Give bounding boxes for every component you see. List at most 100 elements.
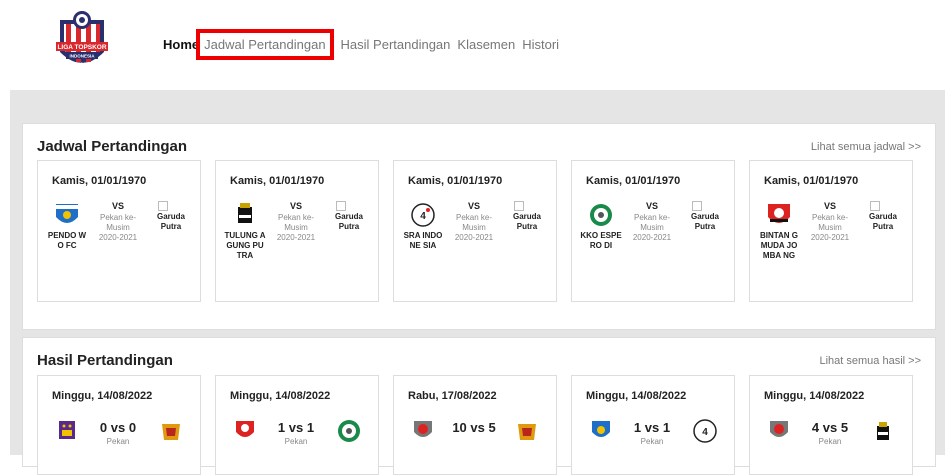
jadwal-panel: Jadwal Pertandingan Lihat semua jadwal >… — [22, 123, 936, 330]
home-team: PENDO WO FC — [46, 201, 88, 251]
svg-text:LIGA TOPSKOR: LIGA TOPSKOR — [57, 44, 106, 51]
pendowo-fc-logo-icon — [592, 421, 610, 437]
match-date: Minggu, 14/08/2022 — [52, 390, 153, 402]
broken-image-icon — [870, 201, 880, 211]
home-team — [758, 418, 800, 442]
match-info: 0 vs 0 Pekan — [96, 420, 140, 447]
nav-jadwal-pertandingan[interactable]: Jadwal Pertandingan — [196, 29, 334, 60]
match-date: Rabu, 17/08/2022 — [408, 390, 497, 402]
match-date: Kamis, 01/01/1970 — [586, 175, 681, 187]
jadwal-title: Jadwal Pertandingan — [37, 138, 188, 155]
match-info: VS Pekan ke- Musim 2020-2021 — [452, 201, 496, 243]
home-team-logo-icon — [414, 421, 432, 437]
home-team-name: KKO ESPERO DI — [580, 231, 622, 250]
away-team: 4 — [680, 418, 730, 449]
match-score: 1 vs 1 — [633, 420, 671, 435]
week-info: Pekan — [818, 437, 842, 446]
match-date: Kamis, 01/01/1970 — [764, 175, 859, 187]
away-team — [146, 418, 196, 449]
jadwal-see-all-link[interactable]: Lihat semua jadwal >> — [811, 141, 921, 153]
away-team: Garuda Putra — [146, 201, 196, 232]
home-team — [402, 418, 444, 442]
hasil-title: Hasil Pertandingan — [37, 352, 173, 369]
schedule-card[interactable]: Kamis, 01/01/1970 KKO ESPERO DI VS Pekan… — [571, 160, 735, 302]
schedule-card[interactable]: Kamis, 01/01/1970 PENDO WO FC VS Pekan k… — [37, 160, 201, 302]
away-team-name: Garuda Putra — [334, 212, 363, 231]
week-info: Pekan — [284, 437, 308, 446]
nav-home[interactable]: Home — [163, 37, 199, 52]
away-team: Garuda Putra — [680, 201, 730, 232]
result-card[interactable]: Minggu, 14/08/2022 4 vs 5 Pekan — [749, 375, 913, 475]
svg-text:SINCE 2017: SINCE 2017 — [74, 61, 91, 65]
week-info: Pekan — [106, 437, 130, 446]
hasil-see-all-link[interactable]: Lihat semua hasil >> — [819, 355, 921, 367]
home-team-name: PENDO WO FC — [47, 231, 87, 250]
match-info: 4 vs 5 Pekan — [808, 420, 852, 447]
match-info: VS Pekan ke- Musim 2020-2021 — [96, 201, 140, 243]
match-info: VS Pekan ke- Musim 2020-2021 — [808, 201, 852, 243]
away-team-logo-icon — [162, 424, 180, 440]
sra-indonesia-logo-icon: 4 — [411, 203, 435, 227]
vs-label: VS — [823, 201, 836, 211]
broken-image-icon — [336, 201, 346, 211]
nav-klasemen[interactable]: Klasemen — [457, 37, 515, 52]
bintang-muda-jombang-logo-icon — [768, 204, 790, 223]
season-info: Pekan ke- Musim 2020-2021 — [810, 213, 850, 242]
nav-histori[interactable]: Histori — [522, 37, 559, 52]
broken-image-icon — [514, 201, 524, 211]
match-info: VS Pekan ke- Musim 2020-2021 — [274, 201, 318, 243]
top-navbar: LIGA TOPSKOR INDONESIA SINCE 2017 Home J… — [0, 0, 945, 90]
away-team-name: Garuda Putra — [690, 212, 719, 231]
nav-hasil-pertandingan[interactable]: Hasil Pertandingan — [341, 37, 451, 52]
away-team — [858, 418, 908, 449]
match-score: 0 vs 0 — [99, 420, 137, 435]
svg-text:4: 4 — [702, 427, 708, 438]
bintang-muda-jombang-logo-icon — [236, 421, 254, 437]
schedule-card[interactable]: Kamis, 01/01/1970 4 SRA INDONE SIA VS Pe… — [393, 160, 557, 302]
home-team-name: SRA INDONE SIA — [403, 231, 443, 250]
week-info: Pekan — [640, 437, 664, 446]
kko-esperodi-logo-icon — [590, 204, 612, 226]
broken-image-icon — [158, 201, 168, 211]
svg-text:4: 4 — [420, 211, 426, 222]
match-date: Minggu, 14/08/2022 — [230, 390, 331, 402]
result-card[interactable]: Minggu, 14/08/2022 1 vs 1 Pekan — [215, 375, 379, 475]
result-card[interactable]: Minggu, 14/08/2022 1 vs 1 Pekan 4 — [571, 375, 735, 475]
home-team: 4 SRA INDONE SIA — [402, 201, 444, 251]
away-team: Garuda Putra — [858, 201, 908, 232]
home-team-name: TULUNG AGUNG PUTRA — [224, 231, 266, 260]
match-info: 1 vs 1 Pekan — [630, 420, 674, 447]
match-info: 1 vs 1 Pekan — [274, 420, 318, 447]
away-team-logo-icon — [518, 424, 536, 440]
result-card[interactable]: Minggu, 14/08/2022 0 vs 0 Pekan — [37, 375, 201, 475]
home-team-name: BINTAN G MUDA JOMBA NG — [759, 231, 799, 260]
home-team-logo-icon — [770, 421, 788, 437]
schedule-card[interactable]: Kamis, 01/01/1970 BINTAN G MUDA JOMBA NG… — [749, 160, 913, 302]
match-score: 4 vs 5 — [811, 420, 849, 435]
home-team — [580, 418, 622, 442]
main-nav: Home Jadwal Pertandingan Hasil Pertandin… — [163, 29, 566, 60]
vs-label: VS — [645, 201, 658, 211]
tulungagung-putra-logo-icon — [877, 422, 889, 440]
match-date: Kamis, 01/01/1970 — [52, 175, 147, 187]
match-info: VS Pekan ke- Musim 2020-2021 — [630, 201, 674, 243]
away-team — [502, 418, 552, 449]
match-score: 10 vs 5 — [452, 420, 496, 435]
hasil-panel: Hasil Pertandingan Lihat semua hasil >> … — [22, 337, 936, 475]
away-team-name: Garuda Putra — [156, 212, 185, 231]
match-score: 1 vs 1 — [277, 420, 315, 435]
match-date: Minggu, 14/08/2022 — [764, 390, 865, 402]
vs-label: VS — [111, 201, 124, 211]
home-team — [46, 418, 88, 442]
home-team — [224, 418, 266, 442]
away-team-name: Garuda Putra — [868, 212, 897, 231]
svg-text:INDONESIA: INDONESIA — [69, 54, 95, 59]
season-info: Pekan ke- Musim 2020-2021 — [98, 213, 138, 242]
result-card[interactable]: Rabu, 17/08/2022 10 vs 5 — [393, 375, 557, 475]
sra-indonesia-logo-icon: 4 — [693, 419, 717, 443]
away-team — [324, 418, 374, 449]
schedule-card[interactable]: Kamis, 01/01/1970 TULUNG AGUNG PUTRA VS … — [215, 160, 379, 302]
persik-logo-icon — [59, 421, 75, 439]
season-info: Pekan ke- Musim 2020-2021 — [454, 213, 494, 242]
liga-topskor-logo[interactable]: LIGA TOPSKOR INDONESIA SINCE 2017 — [46, 8, 118, 76]
